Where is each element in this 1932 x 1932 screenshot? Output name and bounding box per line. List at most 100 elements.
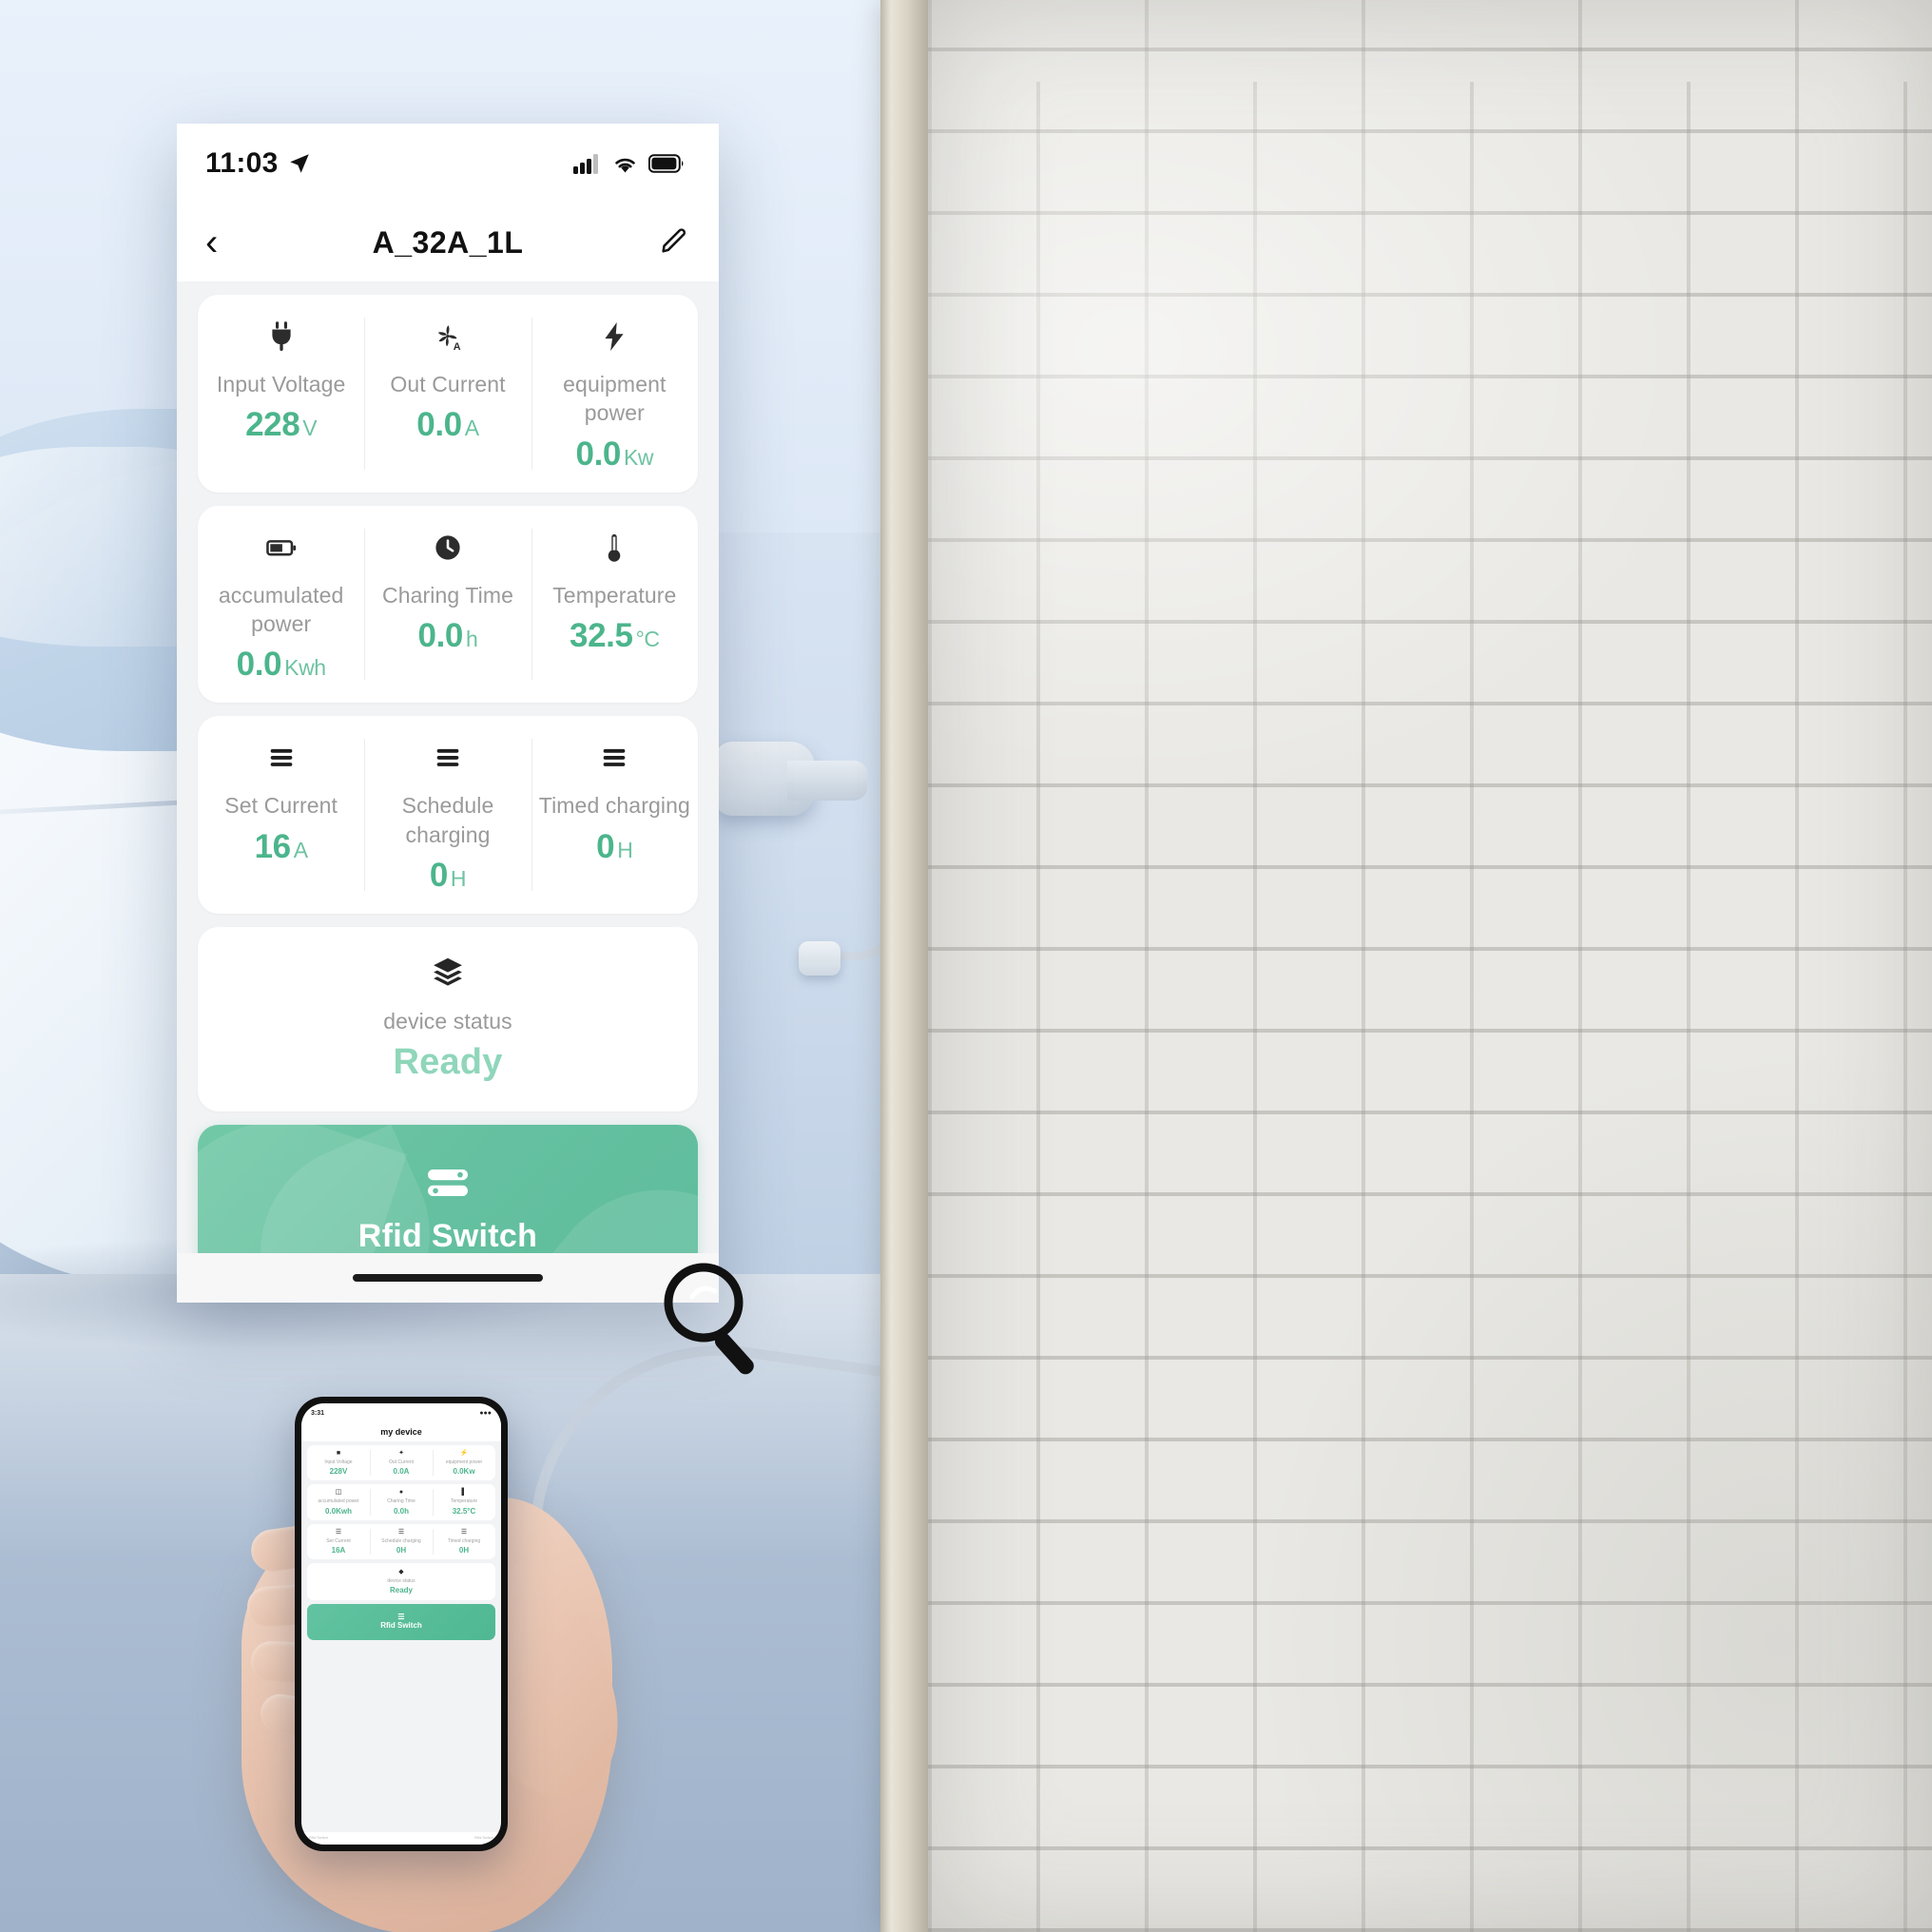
mini-setting-label: Schedule charging	[381, 1537, 421, 1544]
mini-status-icons: ●●●	[479, 1409, 492, 1417]
nav-bar: ‹ A_32A_1L	[177, 203, 719, 281]
metric-unit: °C	[635, 627, 660, 652]
metric-temperature[interactable]: Temperature 32.5 °C	[531, 506, 698, 704]
mini-app-content: ■ Input Voltage 228V ✦ Out Current 0.0A …	[301, 1441, 501, 1832]
mini-metrics-row-1: ■ Input Voltage 228V ✦ Out Current 0.0A …	[307, 1445, 495, 1481]
metric-unit: A	[464, 415, 479, 441]
metric-number: 0.0	[417, 617, 464, 655]
magnifier-zoom-icon	[664, 1263, 754, 1375]
rfid-switch-button[interactable]: Rfid Switch	[198, 1124, 698, 1253]
mini-metric-value: 0.0A	[393, 1467, 410, 1477]
metric-unit: V	[302, 415, 318, 441]
mini-footer-right: Rfid Switch	[473, 1835, 493, 1840]
mini-setting-value: 16A	[331, 1545, 346, 1555]
mini-phone-device: 3:31 ●●● my device ■ Input Voltage 228V …	[295, 1397, 508, 1851]
setting-unit: A	[293, 837, 308, 862]
mini-metric: ● Charing Time 0.0h	[370, 1484, 433, 1519]
metric-value: 228 V	[245, 406, 318, 444]
mini-metric-label: Out Current	[388, 1459, 415, 1465]
metric-value: 0.0 Kw	[576, 435, 654, 473]
setting-number: 16	[254, 827, 292, 865]
mini-setting: ☰ Set Current 16A	[307, 1524, 370, 1559]
mini-setting-value: 0H	[396, 1545, 407, 1555]
mini-setting-label: Timed charging	[447, 1537, 481, 1544]
metric-out-current[interactable]: A Out Current 0.0 A	[364, 295, 531, 493]
power-plug-icon	[264, 316, 299, 357]
metric-label: Temperature	[552, 582, 677, 608]
device-status-label: device status	[383, 1009, 512, 1034]
metric-value: 0.0 Kwh	[237, 646, 326, 684]
back-button[interactable]: ‹	[205, 223, 218, 261]
fan-current-icon: ✦	[398, 1450, 404, 1457]
metric-number: 32.5	[570, 617, 633, 655]
metric-value: 32.5 °C	[570, 617, 660, 655]
device-status-card[interactable]: device status Ready	[198, 927, 698, 1111]
metric-accumulated-power[interactable]: accumulated power 0.0 Kwh	[198, 506, 364, 704]
wifi-icon	[615, 158, 635, 172]
setting-value: 0 H	[596, 828, 633, 866]
setting-label: Timed charging	[538, 793, 690, 819]
home-indicator-bar[interactable]	[353, 1274, 543, 1282]
metric-label: Out Current	[390, 372, 506, 396]
metric-label: equipment power	[563, 372, 667, 426]
metric-input-voltage[interactable]: Input Voltage 228 V	[198, 295, 364, 493]
metric-label: accumulated power	[218, 582, 344, 637]
setting-timed-charging[interactable]: Timed charging 0 H	[531, 716, 698, 914]
battery-half-icon: ◫	[335, 1489, 342, 1497]
clock-icon: ●	[398, 1489, 404, 1497]
mini-metric-label: Charing Time	[387, 1498, 415, 1505]
metric-number: 0.0	[416, 406, 462, 444]
metrics-card-row-3: Set Current 16 A Schedule charging 0 H T…	[198, 716, 698, 915]
edit-button[interactable]	[658, 224, 690, 261]
mini-footer: Rfid Switch Rfid Switch	[301, 1832, 501, 1845]
setting-label: Schedule charging	[401, 793, 494, 847]
lightning-bolt-icon	[597, 316, 631, 357]
status-bar-time-group: 11:03	[205, 147, 312, 180]
cellular-signal-icon	[573, 154, 598, 174]
layers-stack-icon: ◆	[398, 1568, 404, 1575]
status-bar: 11:03	[177, 124, 719, 203]
setting-number: 0	[429, 857, 448, 895]
list-lines-icon: ☰	[460, 1528, 468, 1536]
panel-divider	[880, 0, 928, 1932]
mini-metric-value: 0.0Kwh	[324, 1506, 352, 1516]
pencil-edit-icon	[662, 227, 686, 253]
metric-number: 0.0	[575, 435, 622, 473]
thermometer-icon	[597, 527, 631, 569]
lightning-bolt-icon: ⚡	[459, 1450, 469, 1457]
page-title: A_32A_1L	[372, 224, 524, 260]
phone-app-screenshot: 11:03 ‹ A_32A_1L Input Voltage 228 V A O…	[177, 124, 719, 1303]
app-content[interactable]: Input Voltage 228 V A Out Current 0.0 A …	[177, 281, 719, 1253]
mini-status-bar: 3:31 ●●●	[301, 1403, 501, 1422]
metric-value: 0.0 A	[416, 406, 479, 444]
wall-vignette	[928, 0, 1932, 1932]
metric-equipment-power[interactable]: equipment power 0.0 Kw	[531, 295, 698, 493]
mini-setting-label: Set Current	[326, 1537, 351, 1544]
svg-text:A: A	[454, 341, 461, 353]
mini-metric: ⚡ equipment power 0.0Kw	[433, 1445, 495, 1480]
metric-charging-time[interactable]: Charing Time 0.0 h	[364, 506, 531, 704]
mini-metric-label: Input Voltage	[324, 1459, 353, 1465]
status-badge: Ready	[393, 1041, 503, 1082]
metric-label: Charing Time	[382, 582, 513, 608]
metric-number: 0.0	[236, 646, 282, 684]
mini-device-status-label: device status	[387, 1577, 415, 1584]
mini-metric-value: 0.0h	[393, 1506, 409, 1516]
location-arrow-icon	[289, 154, 309, 173]
setting-label: Set Current	[224, 793, 338, 819]
sliders-toggle-icon	[198, 1163, 698, 1203]
mini-metrics-row-2: ◫ accumulated power 0.0Kwh ● Charing Tim…	[307, 1484, 495, 1520]
mini-metric-label: equipment power	[445, 1459, 483, 1465]
hand-holding-phone: 3:31 ●●● my device ■ Input Voltage 228V …	[242, 1383, 639, 1932]
mini-phone-screen: 3:31 ●●● my device ■ Input Voltage 228V …	[301, 1403, 501, 1845]
list-lines-icon: ☰	[335, 1528, 342, 1536]
mini-metric: ■ Input Voltage 228V	[307, 1445, 370, 1480]
setting-set-current[interactable]: Set Current 16 A	[198, 716, 364, 914]
metric-unit: Kwh	[284, 655, 326, 681]
mini-status-time: 3:31	[311, 1409, 325, 1417]
mini-rfid-label: Rfid Switch	[380, 1621, 422, 1630]
mini-metric: ◫ accumulated power 0.0Kwh	[307, 1484, 370, 1519]
mini-nav-title: my device	[301, 1422, 501, 1441]
mini-metric: ✦ Out Current 0.0A	[370, 1445, 433, 1480]
setting-schedule-charging[interactable]: Schedule charging 0 H	[364, 716, 531, 914]
